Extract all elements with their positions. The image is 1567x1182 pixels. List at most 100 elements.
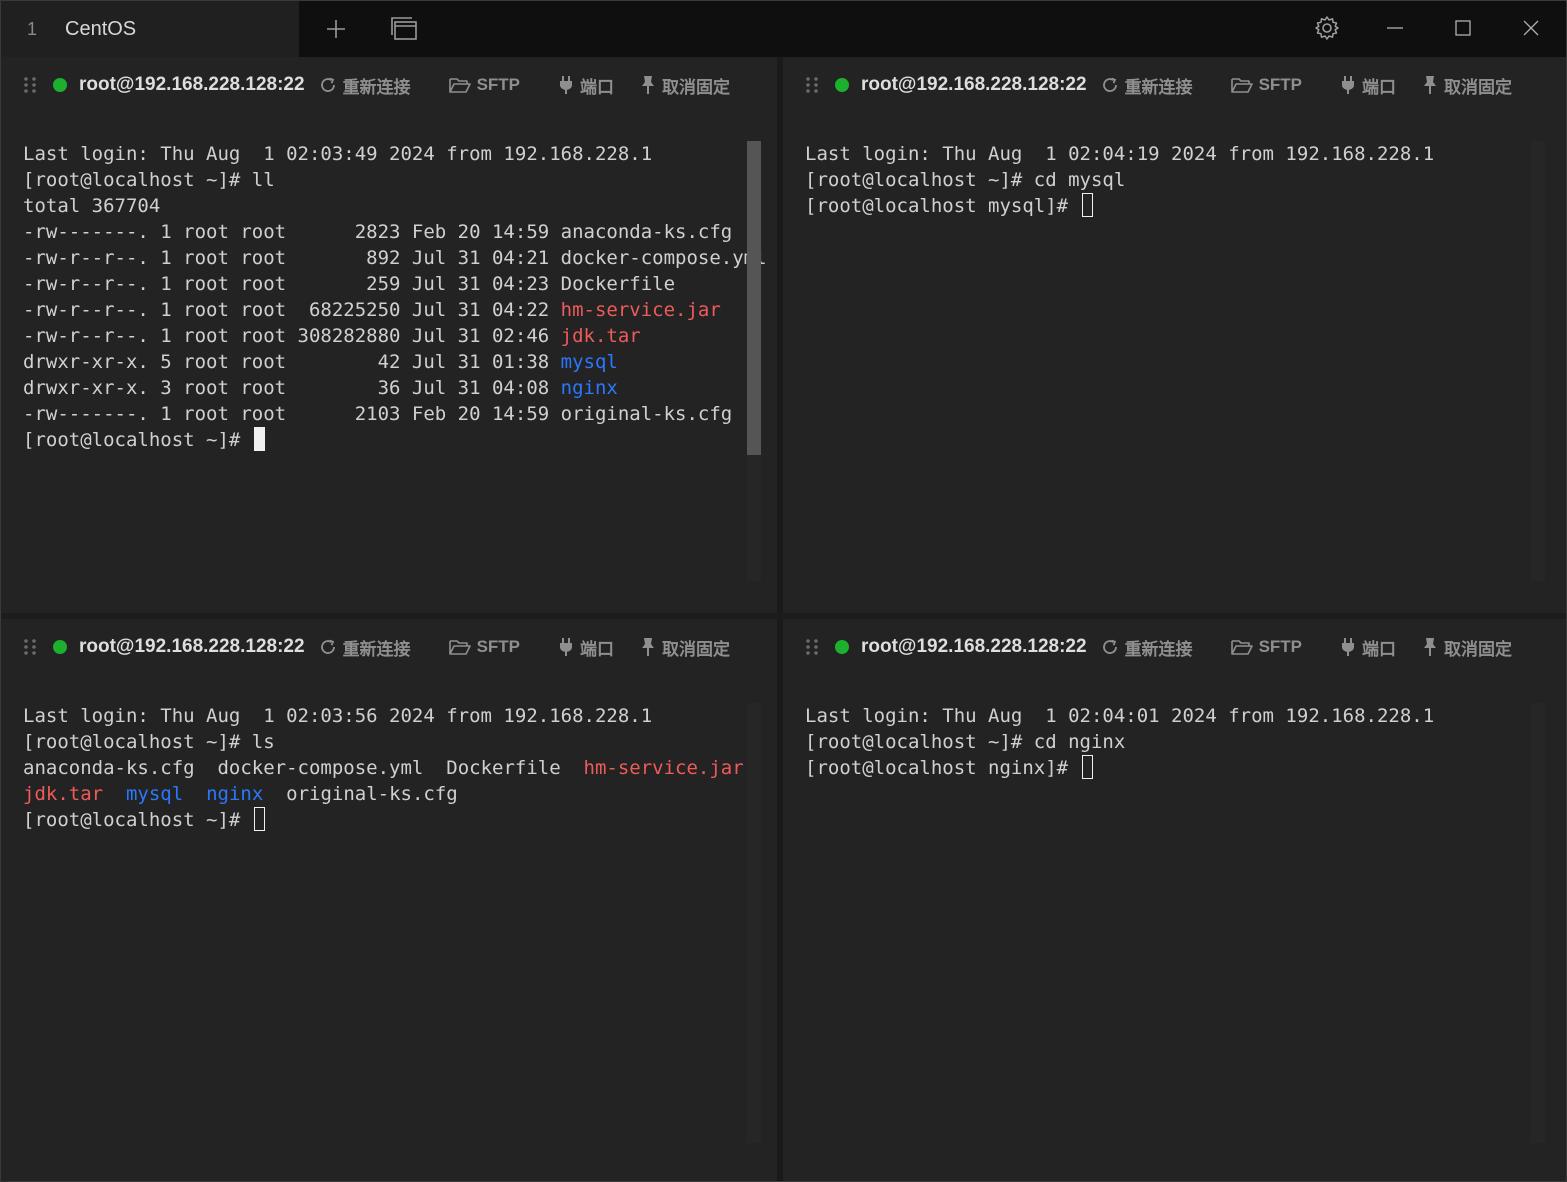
terminal-segment [183, 783, 206, 805]
folder-open-icon [448, 76, 477, 94]
terminal-text: -rw-------. 1 root root 2103 Feb 20 14:5… [23, 403, 561, 425]
terminal-output[interactable]: Last login: Thu Aug 1 02:03:49 2024 from… [23, 141, 767, 453]
terminal-prompt-line: [root@localhost mysql]# [805, 193, 1536, 219]
drag-handle-icon[interactable] [23, 638, 37, 656]
folder-open-icon [448, 638, 477, 656]
unpin-button-label: 取消固定 [1444, 639, 1513, 659]
unpin-button[interactable]: 取消固定 [1422, 635, 1512, 660]
terminal-text: -rw-------. 1 root root 2823 Feb 20 14:5… [23, 221, 561, 243]
title-bar: 1 CentOS [1, 1, 1566, 57]
minimize-button[interactable] [1375, 9, 1415, 47]
reload-icon [319, 76, 343, 94]
sftp-button[interactable]: SFTP [448, 637, 521, 657]
pane-toolbar: root@192.168.228.128:22 重新连接 SFTP 端口 取消固定 [1, 57, 777, 113]
terminal-prompt-line: [root@localhost ~]# [23, 807, 747, 833]
terminal-line: [root@localhost ~]# ll [23, 167, 747, 193]
unpin-button[interactable]: 取消固定 [640, 73, 730, 98]
file-name: mysql [560, 351, 618, 373]
port-button[interactable]: 端口 [1340, 73, 1396, 98]
reconnect-button-label: 重新连接 [342, 77, 411, 97]
port-button-label: 端口 [1362, 639, 1397, 659]
reconnect-button[interactable]: 重新连接 [1101, 635, 1193, 660]
drag-handle-icon[interactable] [23, 76, 37, 94]
pin-icon [1422, 75, 1444, 95]
reconnect-button-label: 重新连接 [1124, 77, 1193, 97]
scrollbar-thumb[interactable] [747, 141, 761, 455]
shell-prompt: [root@localhost ~]# [23, 809, 252, 831]
close-button[interactable] [1511, 9, 1551, 47]
terminal-line: -rw-r--r--. 1 root root 308282880 Jul 31… [23, 323, 747, 349]
sftp-button[interactable]: SFTP [448, 75, 521, 95]
terminal-pane-bottom-left[interactable]: root@192.168.228.128:22 重新连接 SFTP 端口 取消固定 Las… [1, 619, 777, 1181]
reconnect-button[interactable]: 重新连接 [319, 635, 411, 660]
sftp-button[interactable]: SFTP [1230, 75, 1302, 95]
connection-status-dot [53, 640, 67, 654]
terminal-text: [root@localhost ~]# ll [23, 169, 275, 191]
unpin-button-label: 取消固定 [662, 639, 731, 659]
pane-toolbar: root@192.168.228.128:22 重新连接 SFTP 端口 取消固定 [1, 619, 777, 675]
terminal-line: Last login: Thu Aug 1 02:04:01 2024 from… [805, 703, 1536, 729]
terminal-segment: anaconda-ks.cfg [23, 757, 218, 779]
terminal-text: total 367704 [23, 195, 161, 217]
reload-icon [319, 638, 343, 656]
terminal-line: Last login: Thu Aug 1 02:03:49 2024 from… [23, 141, 747, 167]
terminal-line: -rw-r--r--. 1 root root 68225250 Jul 31 … [23, 297, 747, 323]
scrollbar[interactable] [1531, 703, 1545, 1143]
folder-open-icon [1230, 76, 1259, 94]
drag-handle-icon[interactable] [805, 638, 819, 656]
terminal-text: [root@localhost ~]# cd nginx [805, 731, 1126, 753]
terminal-pane-top-left[interactable]: root@192.168.228.128:22 重新连接 SFTP 端口 取消固定 Las… [1, 57, 777, 613]
window-list-button[interactable] [387, 13, 421, 45]
terminal-output[interactable]: Last login: Thu Aug 1 02:03:56 2024 from… [23, 703, 747, 833]
terminal-line: anaconda-ks.cfg docker-compose.yml Docke… [23, 755, 747, 781]
sftp-button[interactable]: SFTP [1230, 637, 1302, 657]
port-button[interactable]: 端口 [1340, 635, 1396, 660]
terminal-segment: docker-compose.yml [217, 757, 447, 779]
unpin-button[interactable]: 取消固定 [1422, 73, 1512, 98]
reconnect-button[interactable]: 重新连接 [319, 73, 411, 98]
close-icon [1523, 20, 1539, 36]
text-cursor [1081, 193, 1093, 217]
scrollbar[interactable] [747, 703, 761, 1143]
plug-icon [558, 75, 580, 95]
terminal-pane-bottom-right[interactable]: root@192.168.228.128:22 重新连接 SFTP 端口 取消固定 Las… [783, 619, 1566, 1181]
tab-centos[interactable]: 1 CentOS [1, 1, 299, 57]
new-tab-button[interactable] [319, 13, 353, 45]
session-host-label: root@192.168.228.128:22 [861, 74, 1087, 95]
maximize-button[interactable] [1443, 9, 1483, 47]
reload-icon [1101, 76, 1125, 94]
terminal-window: 1 CentOS root@192.168.228.128:22 重新连接 SF… [0, 0, 1567, 1182]
settings-button[interactable] [1307, 9, 1347, 47]
terminal-line: -rw-------. 1 root root 2103 Feb 20 14:5… [23, 401, 747, 427]
terminal-line: jdk.tar mysql nginx original-ks.cfg [23, 781, 747, 807]
drag-handle-icon[interactable] [805, 76, 819, 94]
file-name: jdk.tar [560, 325, 641, 347]
sftp-button-label: SFTP [476, 75, 521, 94]
sftp-button-label: SFTP [476, 637, 521, 656]
session-host-label: root@192.168.228.128:22 [861, 636, 1087, 657]
port-button[interactable]: 端口 [558, 73, 614, 98]
reconnect-button-label: 重新连接 [1124, 639, 1193, 659]
file-name: hm-service.jar [560, 299, 721, 321]
terminal-prompt-line: [root@localhost ~]# [23, 427, 747, 453]
terminal-text: -rw-r--r--. 1 root root 308282880 Jul 31… [23, 325, 561, 347]
terminal-output[interactable]: Last login: Thu Aug 1 02:04:01 2024 from… [805, 703, 1536, 781]
terminal-text: drwxr-xr-x. 5 root root 42 Jul 31 01:38 [23, 351, 561, 373]
file-name: Dockerfile [560, 273, 676, 295]
reconnect-button[interactable]: 重新连接 [1101, 73, 1193, 98]
connection-status-dot [835, 640, 849, 654]
pane-toolbar: root@192.168.228.128:22 重新连接 SFTP 端口 取消固定 [783, 57, 1566, 113]
scrollbar[interactable] [747, 141, 761, 581]
plug-icon [1340, 637, 1362, 657]
unpin-button[interactable]: 取消固定 [640, 635, 730, 660]
port-button[interactable]: 端口 [558, 635, 614, 660]
text-cursor [253, 807, 265, 831]
terminal-output[interactable]: Last login: Thu Aug 1 02:04:19 2024 from… [805, 141, 1536, 219]
unpin-button-label: 取消固定 [1444, 77, 1513, 97]
terminal-text: -rw-r--r--. 1 root root 892 Jul 31 04:21 [23, 247, 561, 269]
terminal-text: -rw-r--r--. 1 root root 259 Jul 31 04:23 [23, 273, 561, 295]
file-name: original-ks.cfg [560, 403, 733, 425]
scrollbar[interactable] [1531, 141, 1545, 581]
terminal-pane-top-right[interactable]: root@192.168.228.128:22 重新连接 SFTP 端口 取消固定 Las… [783, 57, 1566, 613]
terminal-segment: original-ks.cfg [263, 783, 458, 805]
